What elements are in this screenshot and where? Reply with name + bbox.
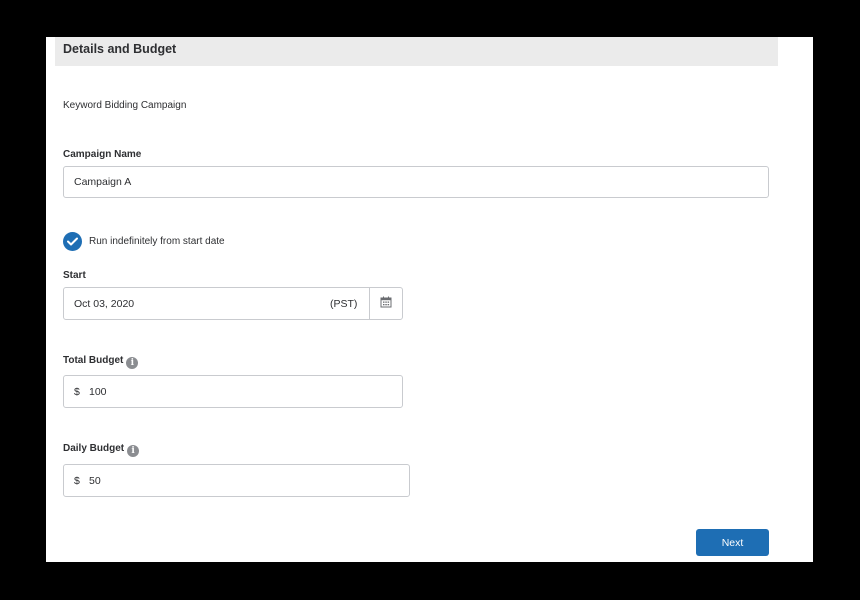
calendar-icon xyxy=(380,296,392,311)
info-icon[interactable]: i xyxy=(127,445,140,457)
checkmark-icon xyxy=(67,233,78,251)
total-budget-label: Total Budget xyxy=(63,355,124,366)
section-header: Details and Budget xyxy=(55,37,778,66)
daily-budget-field[interactable]: $ 50 xyxy=(63,464,410,497)
section-title: Details and Budget xyxy=(63,42,177,56)
campaign-name-label: Campaign Name xyxy=(63,149,142,160)
campaign-name-value: Campaign A xyxy=(74,176,132,188)
daily-budget-value: 50 xyxy=(89,474,101,487)
next-button[interactable]: Next xyxy=(696,529,769,556)
run-indefinitely-label: Run indefinitely from start date xyxy=(89,236,225,247)
daily-budget-label-row: Daily Budget i xyxy=(63,443,140,457)
timezone-label: (PST) xyxy=(330,297,358,310)
campaign-name-field[interactable]: Campaign A xyxy=(63,166,769,198)
campaign-type-label: Keyword Bidding Campaign xyxy=(63,100,187,111)
currency-symbol: $ xyxy=(74,385,80,398)
info-icon[interactable]: i xyxy=(126,357,139,369)
currency-symbol: $ xyxy=(74,474,80,487)
start-label: Start xyxy=(63,270,86,281)
run-indefinitely-checkbox[interactable] xyxy=(63,232,82,251)
details-budget-panel: Details and Budget Keyword Bidding Campa… xyxy=(46,37,813,562)
start-date-value: Oct 03, 2020 xyxy=(74,297,135,310)
total-budget-label-row: Total Budget i xyxy=(63,355,139,369)
total-budget-field[interactable]: $ 100 xyxy=(63,375,403,408)
start-date-field[interactable]: Oct 03, 2020 (PST) xyxy=(63,287,403,320)
calendar-button[interactable] xyxy=(369,288,402,319)
daily-budget-label: Daily Budget xyxy=(63,443,125,454)
total-budget-value: 100 xyxy=(89,385,107,398)
